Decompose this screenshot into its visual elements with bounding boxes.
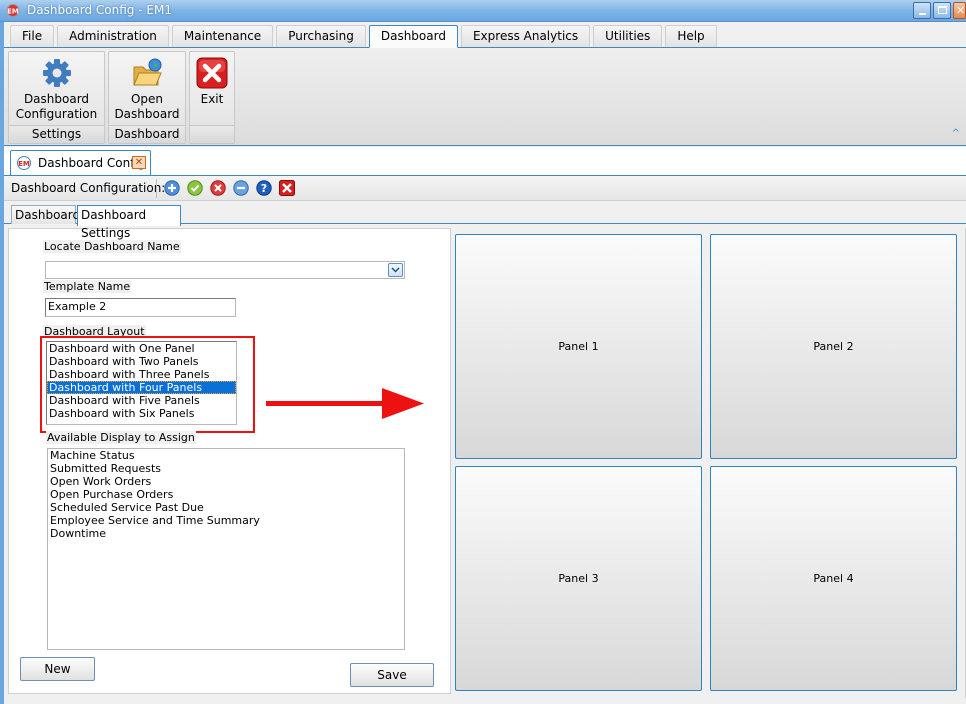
- document-tabs: EM Dashboard Config ✕: [4, 147, 966, 175]
- tab-administration[interactable]: Administration: [57, 25, 169, 47]
- group-label-exit: [190, 125, 234, 143]
- exit-button[interactable]: Exit: [190, 52, 234, 126]
- cancel-icon[interactable]: [210, 180, 226, 196]
- annotation-arrow-icon: [266, 388, 424, 419]
- panel-4-label: Panel 4: [813, 572, 854, 585]
- panel-3[interactable]: Panel 3: [455, 466, 702, 691]
- tab-help[interactable]: Help: [665, 25, 717, 47]
- panel-layout-preview: Panel 1 Panel 2 Panel 3 Panel 4: [451, 228, 966, 698]
- template-name-label: Template Name: [43, 280, 132, 293]
- toolbar-separator: [156, 179, 157, 198]
- app-logo-icon: EM: [17, 156, 31, 170]
- available-item[interactable]: Submitted Requests: [48, 462, 404, 475]
- document-tab-dashboard-config[interactable]: EM Dashboard Config ✕: [10, 150, 151, 175]
- group-label-dashboard: Dashboard: [109, 125, 185, 143]
- new-button[interactable]: New: [20, 657, 95, 681]
- save-button[interactable]: Save: [350, 663, 434, 687]
- tab-express-analytics[interactable]: Express Analytics: [460, 25, 591, 47]
- maximize-button[interactable]: [933, 2, 951, 19]
- annotation-highlight-box: [40, 336, 255, 433]
- exit-icon: [196, 57, 228, 89]
- toolbar-label: Dashboard Configuration:: [11, 181, 166, 195]
- close-window-button[interactable]: ✕: [953, 2, 966, 19]
- collapse-ribbon-icon[interactable]: ^: [952, 128, 960, 139]
- tab-file[interactable]: File: [10, 25, 55, 47]
- close-icon[interactable]: [279, 180, 295, 196]
- dashboard-configuration-button[interactable]: Dashboard Configuration: [9, 52, 104, 126]
- locate-dashboard-combo[interactable]: [45, 261, 405, 279]
- config-toolbar: Dashboard Configuration: ?: [4, 175, 966, 201]
- chevron-down-icon[interactable]: [388, 263, 403, 277]
- group-label-settings: Settings: [9, 125, 104, 143]
- available-item[interactable]: Scheduled Service Past Due: [48, 501, 404, 514]
- ribbon-group-exit: Exit: [189, 51, 235, 144]
- settings-content: Locate Dashboard Name Template Name Exam…: [4, 224, 966, 704]
- ribbon-group-settings: Dashboard Configuration Settings: [8, 51, 105, 144]
- panel-2[interactable]: Panel 2: [710, 234, 957, 459]
- minimize-button[interactable]: [913, 2, 931, 19]
- settings-form: Locate Dashboard Name Template Name Exam…: [8, 228, 451, 694]
- open-dashboard-button[interactable]: Open Dashboard: [109, 52, 185, 126]
- panel-1[interactable]: Panel 1: [455, 234, 702, 459]
- panel-3-label: Panel 3: [558, 572, 599, 585]
- available-display-list[interactable]: Machine Status Submitted Requests Open W…: [47, 448, 405, 650]
- open-dashboard-label-2: Dashboard: [114, 107, 180, 121]
- add-icon[interactable]: [164, 180, 180, 196]
- gear-icon: [42, 59, 71, 87]
- svg-text:EM: EM: [7, 8, 19, 16]
- ribbon: Dashboard Configuration Settings Open Da…: [4, 47, 966, 146]
- svg-text:EM: EM: [18, 160, 30, 168]
- tab-utilities[interactable]: Utilities: [593, 25, 663, 47]
- tab-dashboards[interactable]: Dashboards: [11, 205, 86, 225]
- open-dashboard-label-1: Open: [130, 92, 164, 106]
- dashboard-configuration-label-1: Dashboard: [23, 92, 90, 106]
- tab-maintenance[interactable]: Maintenance: [171, 25, 274, 47]
- dashboard-configuration-label-2: Configuration: [15, 107, 98, 121]
- tab-purchasing[interactable]: Purchasing: [276, 25, 366, 47]
- available-item[interactable]: Open Work Orders: [48, 475, 404, 488]
- panel-2-label: Panel 2: [813, 340, 854, 353]
- panel-1-label: Panel 1: [558, 340, 599, 353]
- exit-label: Exit: [200, 92, 224, 106]
- svg-text:?: ?: [261, 182, 267, 195]
- remove-icon[interactable]: [233, 180, 249, 196]
- ribbon-group-dashboard: Open Dashboard Dashboard: [108, 51, 186, 144]
- menu-tabs: File Administration Maintenance Purchasi…: [10, 25, 720, 48]
- available-item[interactable]: Employee Service and Time Summary: [48, 514, 404, 527]
- app-logo-icon: EM: [6, 4, 20, 17]
- help-icon[interactable]: ?: [256, 180, 272, 196]
- available-item[interactable]: Downtime: [48, 527, 404, 540]
- panel-4[interactable]: Panel 4: [710, 466, 957, 691]
- tab-dashboard-settings[interactable]: Dashboard Settings: [77, 205, 181, 240]
- available-item[interactable]: Machine Status: [48, 449, 404, 462]
- document-tab-label: Dashboard Config: [38, 156, 146, 170]
- window-title: Dashboard Config - EM1: [27, 3, 172, 17]
- available-display-label: Available Display to Assign: [46, 431, 196, 444]
- accept-icon[interactable]: [187, 180, 203, 196]
- title-bar: EM Dashboard Config - EM1 ✕: [0, 0, 966, 22]
- available-item[interactable]: Open Purchase Orders: [48, 488, 404, 501]
- template-name-input[interactable]: Example 2: [45, 298, 236, 317]
- tab-dashboard[interactable]: Dashboard: [368, 25, 458, 48]
- close-tab-icon[interactable]: ✕: [132, 156, 146, 169]
- settings-tabs: Dashboards Dashboard Settings: [4, 201, 966, 240]
- open-folder-icon: [133, 58, 162, 86]
